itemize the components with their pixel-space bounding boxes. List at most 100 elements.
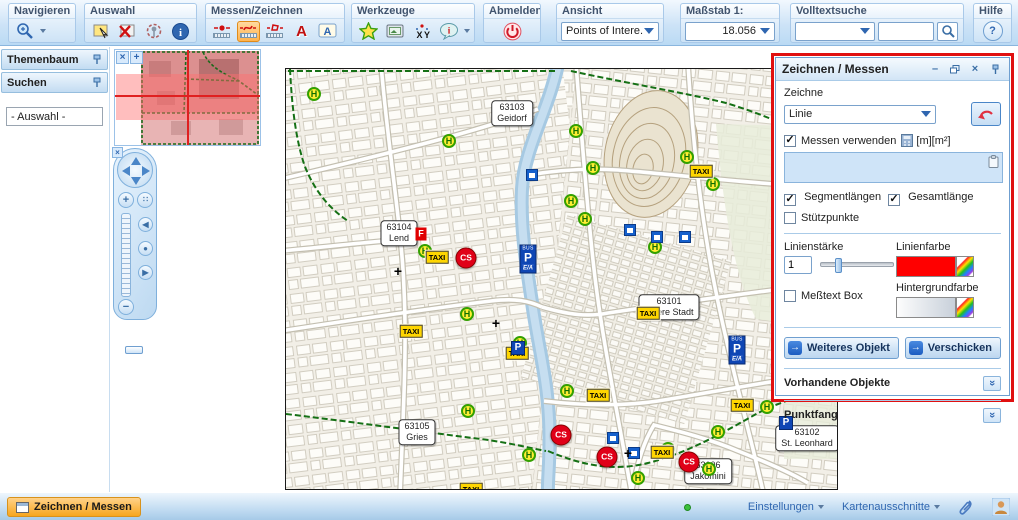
transit-stop-marker[interactable]: H: [586, 161, 600, 175]
measure-area-button[interactable]: [263, 21, 287, 42]
print-map-button[interactable]: [383, 21, 407, 42]
zoom-tool-dropdown-arrow[interactable]: [40, 29, 46, 33]
line-color-picker[interactable]: [956, 256, 974, 277]
clipboard-icon[interactable]: [988, 155, 999, 168]
sidebar-tab-themenbaum[interactable]: Themenbaum: [1, 49, 108, 70]
transit-stop-marker[interactable]: H: [702, 462, 716, 476]
identify-button[interactable]: i: [169, 21, 193, 42]
poi-photo-marker[interactable]: [526, 169, 538, 181]
taxi-marker[interactable]: TAXI: [587, 389, 610, 402]
full-extent-button[interactable]: ∷: [137, 192, 153, 208]
sidebar-tab-suchen[interactable]: Suchen: [1, 72, 108, 93]
next-extent-button[interactable]: ▶: [138, 265, 153, 280]
clear-selection-button[interactable]: [116, 21, 140, 42]
kartenausschnitte-menu[interactable]: Kartenausschnitte: [842, 501, 940, 513]
transit-stop-marker[interactable]: H: [578, 212, 592, 226]
scale-combo[interactable]: 18.056: [685, 22, 775, 41]
background-color-picker[interactable]: [956, 297, 974, 318]
user-avatar-icon[interactable]: [992, 498, 1010, 516]
transit-stop-marker[interactable]: H: [569, 124, 583, 138]
select-by-rectangle-button[interactable]: [89, 21, 113, 42]
messtext-box-checkbox[interactable]: [784, 290, 796, 302]
transit-stop-marker[interactable]: H: [760, 400, 774, 414]
logout-button[interactable]: [500, 21, 524, 42]
draw-type-select[interactable]: Linie: [784, 105, 936, 124]
taxi-marker[interactable]: TAXI: [651, 446, 674, 459]
transit-stop-marker[interactable]: H: [564, 194, 578, 208]
zoom-slider-handle[interactable]: [125, 346, 143, 354]
punktfang-expand-button[interactable]: »: [983, 408, 1001, 423]
minimize-icon[interactable]: –: [927, 62, 943, 77]
taxi-marker[interactable]: TAXI: [400, 325, 423, 338]
carsharing-marker[interactable]: CS: [597, 447, 618, 468]
calculator-icon[interactable]: [901, 134, 913, 147]
parking-marker[interactable]: BUSPE/A: [729, 336, 746, 365]
einstellungen-menu[interactable]: Einstellungen: [748, 501, 824, 513]
taxi-marker[interactable]: TAXI: [426, 251, 449, 264]
navigation-collapse-icon[interactable]: ×: [112, 147, 123, 158]
poi-photo-marker[interactable]: [607, 432, 619, 444]
overview-map[interactable]: × +: [114, 49, 261, 146]
pan-down-icon[interactable]: [131, 177, 141, 185]
paperclip-icon[interactable]: [958, 498, 974, 516]
vorhandene-objekte-expand-button[interactable]: »: [983, 376, 1001, 391]
previous-extent-button[interactable]: ◀: [138, 217, 153, 232]
messen-verwenden-checkbox[interactable]: ✓: [784, 135, 796, 147]
transit-stop-marker[interactable]: H: [680, 150, 694, 164]
pin-icon[interactable]: [92, 77, 102, 88]
parking-marker[interactable]: P: [511, 341, 525, 355]
weiteres-objekt-button[interactable]: → Weiteres Objekt: [784, 337, 899, 359]
fulltext-category-select[interactable]: [795, 22, 875, 41]
map-canvas[interactable]: 63103Geidorf63104Lend63101Innere Stadt63…: [285, 68, 838, 490]
add-favorite-button[interactable]: [356, 21, 380, 42]
measure-line-button[interactable]: [237, 21, 261, 42]
carsharing-marker[interactable]: CS: [456, 248, 477, 269]
poi-photo-marker[interactable]: [679, 231, 691, 243]
search-selection-dropdown[interactable]: - Auswahl -: [6, 107, 103, 126]
zoom-in-button[interactable]: +: [118, 192, 134, 208]
pan-up-icon[interactable]: [131, 157, 141, 165]
map-tip-button[interactable]: i: [437, 21, 461, 42]
gesamtlaenge-checkbox[interactable]: ✓: [888, 194, 900, 206]
initial-extent-button[interactable]: ●: [138, 241, 153, 256]
measure-result-box[interactable]: [784, 152, 1003, 183]
line-width-slider[interactable]: [820, 262, 894, 267]
transit-stop-marker[interactable]: H: [522, 448, 536, 462]
taxi-marker[interactable]: TAXI: [731, 399, 754, 412]
map-tip-dropdown-arrow[interactable]: [464, 29, 470, 33]
view-select[interactable]: Points of Intere...: [561, 22, 659, 41]
pan-right-icon[interactable]: [142, 166, 150, 176]
restore-icon[interactable]: [947, 62, 963, 77]
transit-stop-marker[interactable]: H: [631, 471, 645, 485]
poi-photo-marker[interactable]: [651, 231, 663, 243]
transit-stop-marker[interactable]: H: [460, 307, 474, 321]
line-width-slider-handle[interactable]: [835, 258, 842, 273]
transit-stop-marker[interactable]: H: [307, 87, 321, 101]
buffer-tool-button[interactable]: [142, 21, 166, 42]
label-annotation-button[interactable]: A: [316, 21, 340, 42]
pin-icon[interactable]: [987, 62, 1003, 77]
measure-point-button[interactable]: [210, 21, 234, 42]
carsharing-marker[interactable]: CS: [551, 425, 572, 446]
text-annotation-button[interactable]: A: [290, 21, 314, 42]
zoom-slider[interactable]: [121, 213, 131, 297]
transit-stop-marker[interactable]: H: [560, 384, 574, 398]
verschicken-button[interactable]: → Verschicken: [905, 337, 1001, 359]
transit-stop-marker[interactable]: H: [711, 425, 725, 439]
segmentlaengen-checkbox[interactable]: ✓: [784, 194, 796, 206]
taxi-marker[interactable]: TAXI: [690, 165, 713, 178]
zoom-tool-button[interactable]: [13, 21, 37, 42]
taxi-marker[interactable]: TAXI: [460, 483, 483, 490]
carsharing-marker[interactable]: CS: [679, 452, 700, 473]
search-button[interactable]: [937, 22, 958, 41]
parking-marker[interactable]: BUSPE/A: [520, 245, 537, 274]
active-task-tab[interactable]: Zeichnen / Messen: [7, 497, 141, 517]
pan-left-icon[interactable]: [122, 166, 130, 176]
background-color-swatch[interactable]: [896, 297, 956, 318]
transit-stop-marker[interactable]: H: [442, 134, 456, 148]
pin-icon[interactable]: [92, 54, 102, 65]
help-button[interactable]: ?: [983, 21, 1003, 41]
line-color-swatch[interactable]: [896, 256, 956, 277]
overview-move-icon[interactable]: +: [130, 51, 143, 64]
poi-photo-marker[interactable]: [624, 224, 636, 236]
